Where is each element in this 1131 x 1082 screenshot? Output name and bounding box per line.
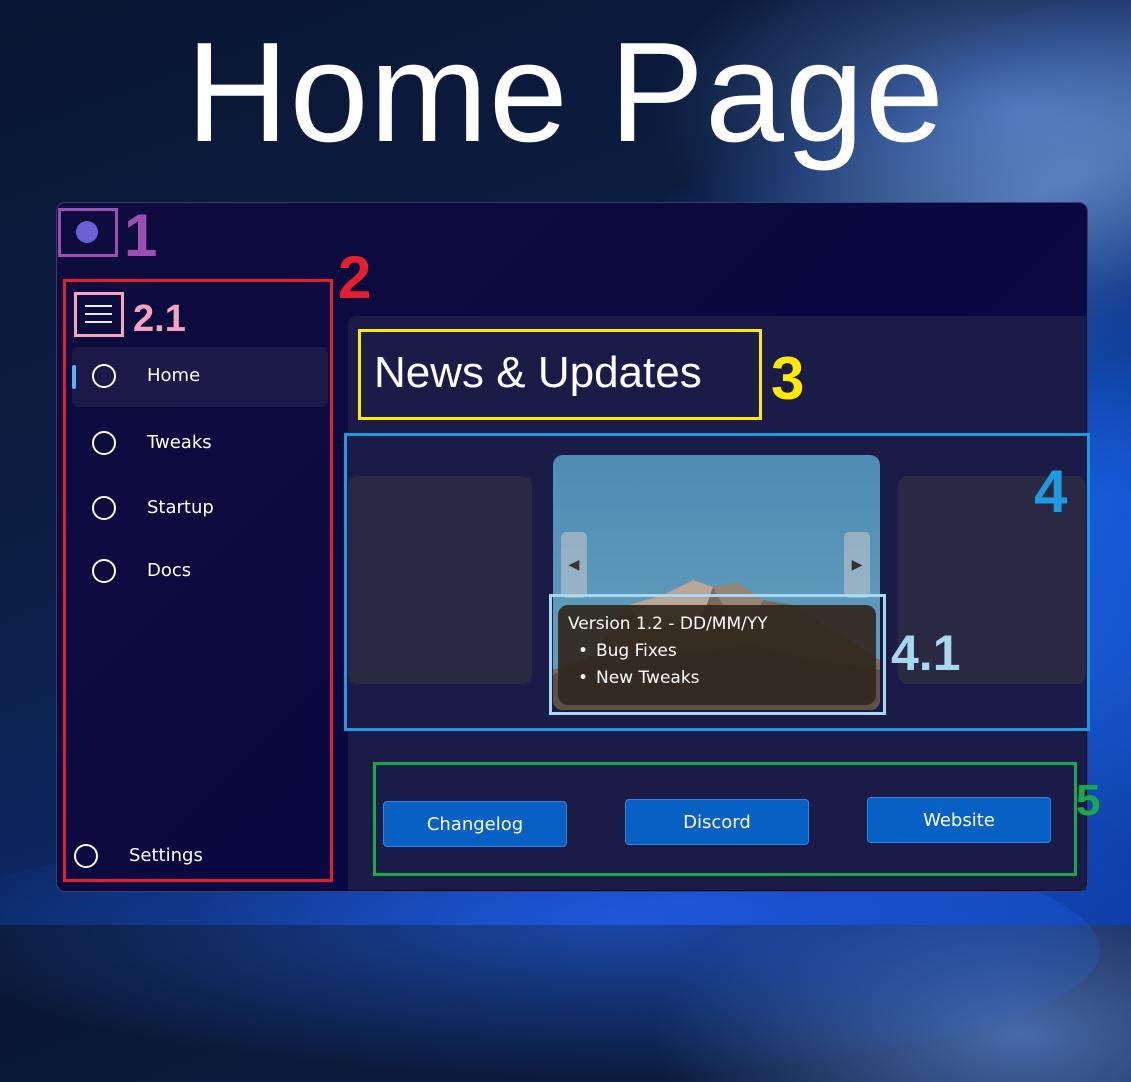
circle-icon [92,364,116,388]
list-item: Bug Fixes [578,638,866,665]
hamburger-icon-line [85,313,112,315]
sidebar-item-settings[interactable]: Settings [54,827,310,887]
annotation-label-4: 4 [1034,458,1068,525]
hamburger-icon [85,305,112,307]
update-info-overlay: Version 1.2 - DD/MM/YY Bug Fixes New Twe… [558,605,876,705]
update-version-title: Version 1.2 - DD/MM/YY [568,614,768,634]
changelog-button[interactable]: Changelog [383,801,567,847]
hamburger-icon-line [85,321,112,323]
annotation-label-5: 5 [1076,776,1101,825]
triangle-left-icon: ◀ [568,557,580,573]
circle-icon [74,844,98,868]
carousel-card-previous[interactable] [348,476,532,684]
sidebar-item-label: Home [147,365,201,386]
website-button[interactable]: Website [867,797,1051,843]
hamburger-menu-button[interactable] [79,296,119,333]
triangle-right-icon: ▶ [851,557,863,573]
news-heading: News & Updates [374,348,702,397]
carousel-prev-button[interactable]: ◀ [561,532,587,598]
sidebar-item-label: Settings [129,845,203,866]
carousel-next-button[interactable]: ▶ [844,532,870,598]
active-indicator [72,365,76,389]
sidebar-item-tweaks[interactable]: Tweaks [72,414,328,474]
circle-icon [92,559,116,583]
carousel-card-current[interactable]: ◀ ▶ Version 1.2 - DD/MM/YY Bug Fixes New… [553,455,880,710]
sidebar-item-home[interactable]: Home [72,347,328,407]
annotation-label-2-1: 2.1 [133,298,186,340]
list-item: New Tweaks [578,665,866,692]
sidebar-item-startup[interactable]: Startup [72,479,328,539]
app-dot-icon [76,221,98,243]
annotation-label-1: 1 [124,202,158,269]
annotation-label-2: 2 [338,244,372,311]
page-title: Home Page [186,13,945,172]
circle-icon [92,496,116,520]
discord-button[interactable]: Discord [625,799,809,845]
circle-icon [92,431,116,455]
sidebar-item-label: Startup [147,497,214,518]
update-items-list: Bug Fixes New Tweaks [568,638,866,692]
sidebar-item-label: Tweaks [147,432,212,453]
annotation-label-3: 3 [771,345,805,412]
sidebar-item-label: Docs [147,560,192,581]
annotation-label-4-1: 4.1 [891,625,961,681]
sidebar-item-docs[interactable]: Docs [72,542,328,602]
